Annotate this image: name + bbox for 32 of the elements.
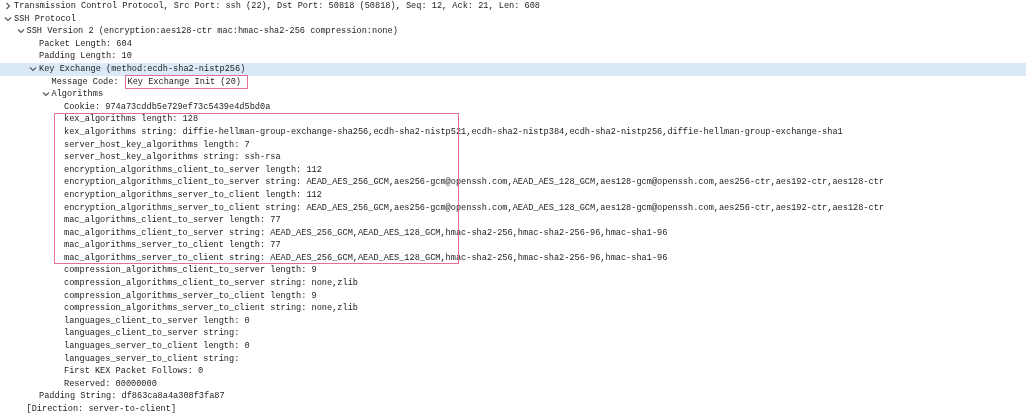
row-text: SSH Protocol (14, 12, 76, 26)
row-text: encryption_algorithms_client_to_server length: 112 (64, 163, 322, 177)
chevron-down-icon[interactable] (29, 65, 37, 74)
row-text: encryption_algorithms_server_to_client length: 112 (64, 188, 322, 202)
row-text: mac_algorithms_server_to_client length: 77 (64, 239, 281, 252)
row-text: languages_server_to_client length: 0 (64, 340, 250, 353)
row-text: compression_algorithms_client_to_server length: 9 (64, 264, 317, 278)
row-text: SSH Version 2 (encryption:aes128-ctr mac:hmac-sha2-256 compression:none) (26, 25, 398, 38)
row-text: compression_algorithms_server_to_client length: 9 (64, 289, 317, 303)
row-text: mac_algorithms_client_to_server length: 77 (64, 214, 281, 227)
row-text: languages_client_to_server length: 0 (64, 314, 250, 328)
row-text: compression_algorithms_client_to_server string: none,zlib (64, 277, 358, 290)
row-text: Algorithms (51, 88, 104, 101)
row-text: Reserved: 00000000 (64, 377, 157, 391)
row-text: languages_client_to_server string: (64, 327, 240, 341)
row-text: Padding Length: 10 (39, 50, 132, 63)
row-text: First KEX Packet Follows: 0 (64, 365, 204, 378)
row-text: Key Exchange (method:ecdh-sha2-nistp256) (39, 62, 246, 76)
row-text: Message Code: (51, 75, 119, 89)
chevron-down-icon[interactable] (41, 90, 50, 99)
chevron-right-icon[interactable] (4, 2, 12, 11)
row-text: compression_algorithms_server_to_client string: none,zlib (64, 302, 358, 315)
row-text: languages_server_to_client string: (64, 352, 240, 366)
row-text: [Direction: server-to-client] (26, 403, 177, 416)
row-text: Cookie: 974a73cddb5e729ef73c5439e4d5bd0a (64, 100, 271, 114)
row-text: server_host_key_algorithms length: 7 (64, 138, 250, 152)
row-value: Key Exchange Init (20) (124, 74, 248, 90)
row-text: kex_algorithms length: 128 (64, 113, 199, 126)
row-text: Transmission Control Protocol, Src Port: ssh (22), Dst Port: 50818 (50818), Seq: 12, Ack: 21, Len: 608 (14, 0, 541, 13)
row-text: Padding String: df863ca8a4a308f3fa87 (39, 390, 225, 403)
row-text: Packet Length: 604 (39, 37, 132, 51)
row-text: server_host_key_algorithms string: ssh-rsa (64, 151, 281, 164)
